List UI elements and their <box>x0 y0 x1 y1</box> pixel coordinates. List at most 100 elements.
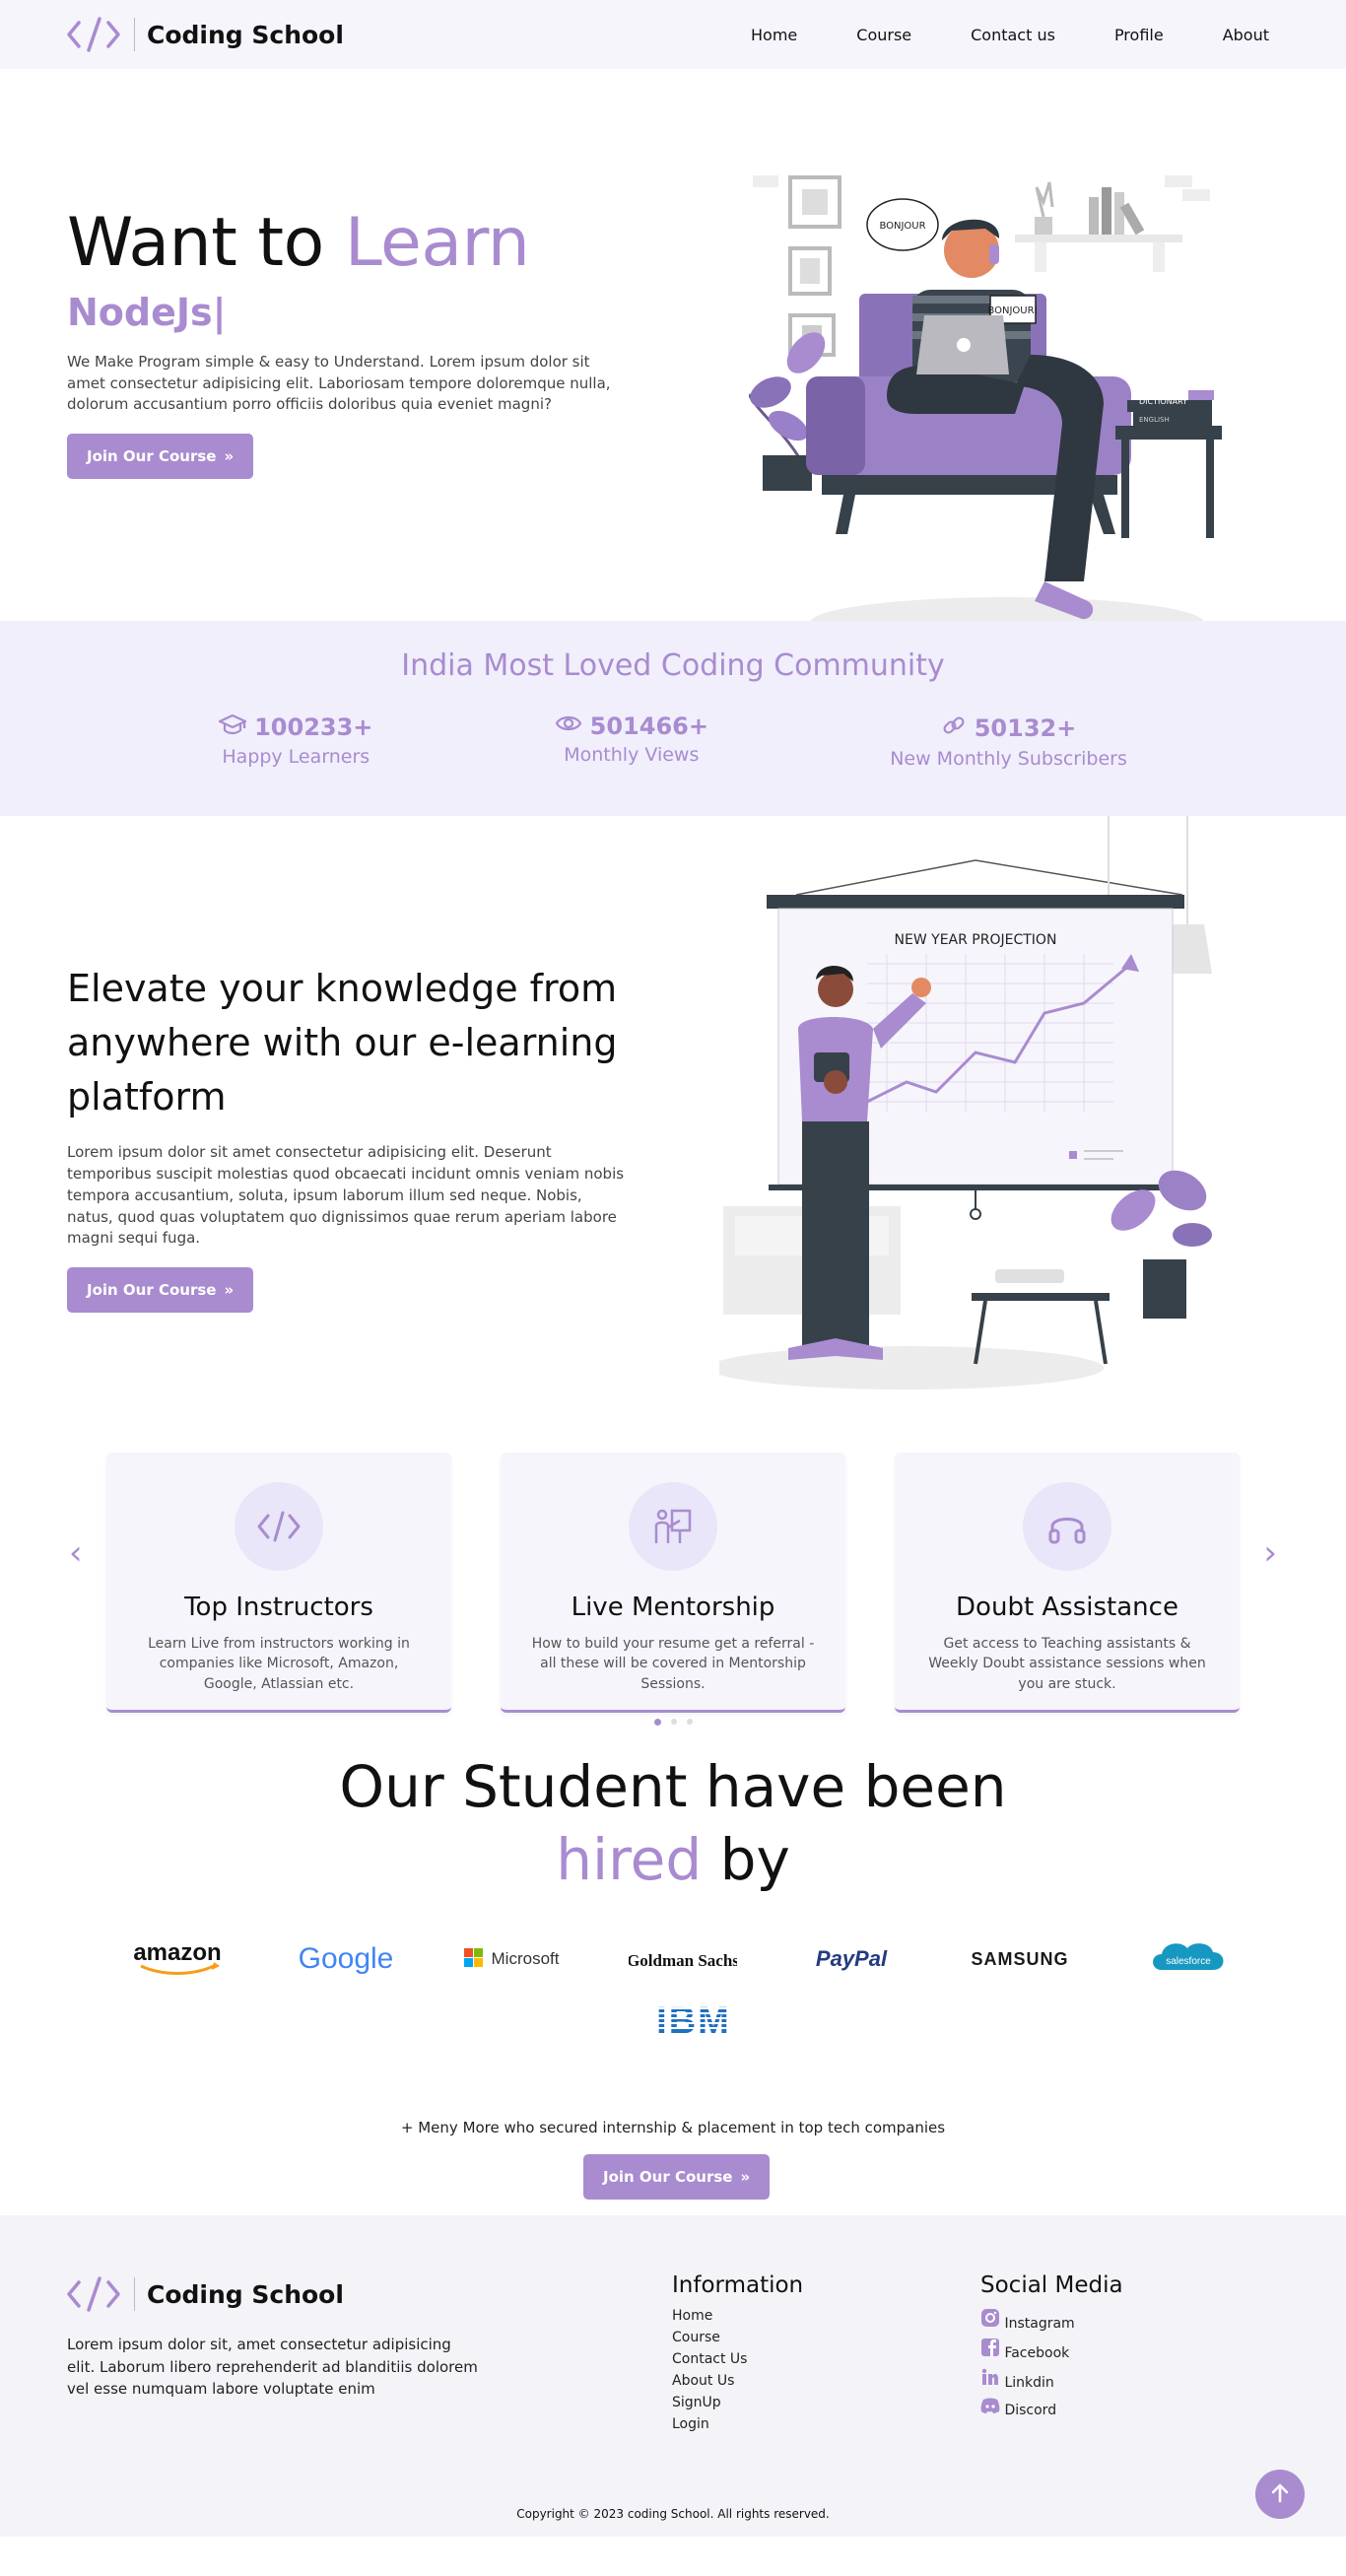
brand[interactable]: Coding School <box>67 15 344 54</box>
join-course-button[interactable]: Join Our Course » <box>67 434 254 480</box>
nav-link-course[interactable]: Course <box>846 18 921 52</box>
arrow-up-icon <box>1269 2482 1291 2507</box>
nav-links: Home Course Contact us Profile About <box>741 18 1279 52</box>
code-logo-icon <box>67 2274 122 2314</box>
amazon-logo: amazon <box>108 1933 246 1983</box>
footer-social-title: Social Media <box>980 2272 1123 2298</box>
book-label-english: ENGLISH <box>1139 416 1170 424</box>
footer-link-login[interactable]: Login <box>672 2416 803 2432</box>
stat-value: 501466+ <box>589 712 708 740</box>
stat-value: 100233+ <box>254 713 373 741</box>
join-course-button[interactable]: Join Our Course » <box>583 2154 771 2200</box>
svg-text:IBM: IBM <box>656 2000 731 2042</box>
brand-name: Coding School <box>147 20 344 49</box>
feature-card-top-instructors: Top Instructors Learn Live from instruct… <box>106 1453 451 1713</box>
microsoft-logo: Microsoft <box>445 1933 583 1983</box>
nav-link-home[interactable]: Home <box>741 18 807 52</box>
hired-section: Our Student have been hired by amazon Go… <box>0 1742 1346 2200</box>
copyright: Copyright © 2023 coding School. All righ… <box>516 2507 830 2521</box>
samsung-logo: SAMSUNG <box>951 1933 1089 1983</box>
instagram-icon <box>980 2309 1000 2332</box>
hero-illustration: BONJOUR DICTIONARY ENGLISH BONJOUR! <box>747 168 1222 660</box>
footer-info-title: Information <box>672 2272 804 2298</box>
double-chevron-right-icon: » <box>224 447 235 466</box>
card-description: How to build your resume get a referral … <box>531 1636 815 1692</box>
company-logos: amazon Google Microsoft Goldman Sachs Pa… <box>0 1896 1346 2046</box>
svg-text:amazon: amazon <box>133 1939 221 1966</box>
carousel-dot-2[interactable] <box>670 1719 677 1725</box>
join-course-button[interactable]: Join Our Course » <box>67 1267 254 1314</box>
card-description: Learn Live from instructors working in c… <box>148 1636 410 1692</box>
brand-divider <box>134 2277 135 2311</box>
footer-link-contact[interactable]: Contact Us <box>672 2351 803 2367</box>
stat-label: New Monthly Subscribers <box>890 748 1127 770</box>
features-carousel: ‹ › Top Instructors Learn Live from inst… <box>0 1417 1346 1742</box>
brand-divider <box>134 18 135 51</box>
svg-text:PayPal: PayPal <box>816 1946 888 1971</box>
carousel-prev-button[interactable]: ‹ <box>69 1533 83 1573</box>
hero-typed-text: NodeJs| <box>67 290 227 334</box>
hero-description: We Make Program simple & easy to Underst… <box>67 352 611 414</box>
speech-bubble-text: BONJOUR <box>879 221 925 232</box>
navbar: Coding School Home Course Contact us Pro… <box>0 0 1346 69</box>
nav-link-about[interactable]: About <box>1213 18 1279 52</box>
card-description: Get access to Teaching assistants & Week… <box>928 1636 1206 1692</box>
elevate-description: Lorem ipsum dolor sit amet consectetur a… <box>67 1143 625 1248</box>
svg-text:Goldman Sachs: Goldman Sachs <box>629 1951 737 1970</box>
elevate-title: Elevate your knowledge from anywhere wit… <box>67 967 618 1119</box>
discord-icon <box>980 2398 1000 2418</box>
nav-link-profile[interactable]: Profile <box>1105 18 1174 52</box>
footer-brand[interactable]: Coding School <box>67 2274 344 2314</box>
hero-title-prefix: Want to <box>67 204 345 282</box>
join-course-label: Join Our Course <box>87 447 217 466</box>
hired-title-line1: Our Student have been <box>339 1753 1007 1820</box>
feature-cards: Top Instructors Learn Live from instruct… <box>106 1453 1240 1713</box>
elevate-text: Elevate your knowledge from anywhere wit… <box>67 962 658 1314</box>
facebook-icon <box>980 2339 1000 2361</box>
stat-number: 50132+ <box>890 712 1127 744</box>
carousel-dot-1[interactable] <box>653 1719 661 1726</box>
footer-description: Lorem ipsum dolor sit, amet consectetur … <box>67 2336 478 2398</box>
social-instagram[interactable]: Instagram <box>980 2308 1123 2332</box>
stat-happy-learners: 100233+ Happy Learners <box>219 712 372 770</box>
stats-title: India Most Loved Coding Community <box>401 648 945 683</box>
hero-section: Want to Learn NodeJs| We Make Program si… <box>0 69 1346 648</box>
svg-text:Google: Google <box>299 1942 394 1975</box>
stat-value: 50132+ <box>974 714 1077 742</box>
footer-link-course[interactable]: Course <box>672 2330 803 2345</box>
stats-row: 100233+ Happy Learners 501466+ Monthly V… <box>0 683 1346 770</box>
carousel-dots <box>0 1719 1346 1726</box>
svg-text:SAMSUNG: SAMSUNG <box>971 1949 1068 1969</box>
double-chevron-right-icon: » <box>224 1281 235 1300</box>
linkedin-icon <box>980 2368 1000 2391</box>
footer-link-home[interactable]: Home <box>672 2308 803 2324</box>
hero-text: Want to Learn NodeJs| We Make Program si… <box>67 204 639 480</box>
footer-information: Information Home Course Contact Us About… <box>672 2272 803 2438</box>
card-title: Top Instructors <box>184 1593 373 1622</box>
stat-label: Monthly Views <box>564 744 700 766</box>
svg-text:Microsoft: Microsoft <box>492 1949 560 1968</box>
salesforce-logo: salesforce <box>1119 1933 1257 1983</box>
elevate-section: Elevate your knowledge from anywhere wit… <box>0 816 1346 1417</box>
hired-note: + Meny More who secured internship & pla… <box>400 2119 946 2136</box>
card-title: Doubt Assistance <box>956 1593 1178 1622</box>
ibm-logo: IBM <box>625 1997 763 2046</box>
carousel-dot-3[interactable] <box>686 1719 693 1725</box>
social-label: Facebook <box>1004 2345 1070 2361</box>
footer-social: Social Media Instagram Facebook Linkdin … <box>980 2272 1123 2424</box>
code-logo-icon <box>67 15 122 54</box>
graduation-cap-icon <box>219 712 247 742</box>
speech-card-text: BONJOUR! <box>987 305 1038 316</box>
footer-link-signup[interactable]: SignUp <box>672 2395 803 2410</box>
stats-section: India Most Loved Coding Community 100233… <box>0 621 1346 816</box>
social-facebook[interactable]: Facebook <box>980 2338 1123 2361</box>
social-linkedin[interactable]: Linkdin <box>980 2367 1123 2391</box>
card-title: Live Mentorship <box>571 1593 775 1622</box>
nav-link-contact[interactable]: Contact us <box>961 18 1065 52</box>
footer-link-about[interactable]: About Us <box>672 2373 803 2389</box>
stat-monthly-views: 501466+ Monthly Views <box>555 712 708 770</box>
headphones-icon <box>1023 1482 1111 1571</box>
double-chevron-right-icon: » <box>740 2168 751 2186</box>
carousel-next-button[interactable]: › <box>1263 1533 1277 1573</box>
social-discord[interactable]: Discord <box>980 2397 1123 2418</box>
